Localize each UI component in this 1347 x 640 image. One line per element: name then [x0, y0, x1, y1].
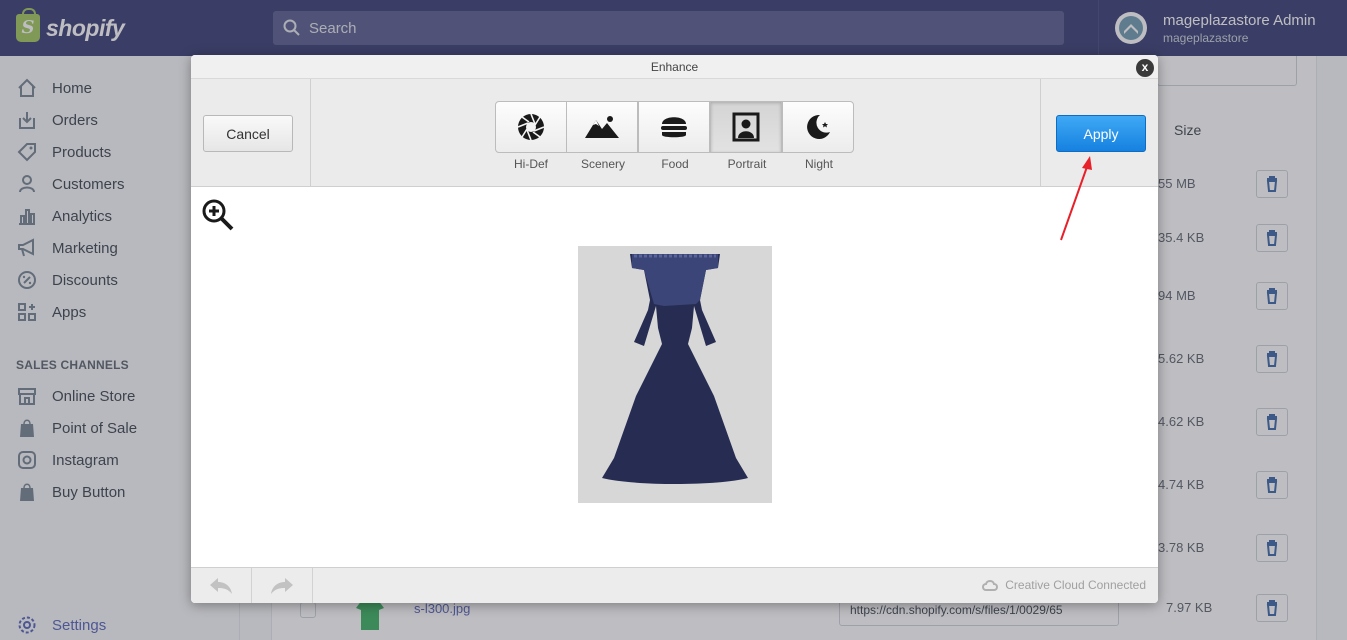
undo-icon	[210, 578, 232, 594]
image-canvas	[191, 188, 1158, 567]
burger-icon	[661, 117, 687, 138]
mode-label: Food	[661, 157, 689, 171]
cancel-button[interactable]: Cancel	[203, 115, 293, 152]
mode-night[interactable]: Night	[782, 101, 855, 171]
mode-label: Portrait	[727, 157, 767, 171]
mode-label: Night	[804, 157, 833, 171]
annotation-arrow	[1060, 156, 1092, 241]
modal-footer: Creative Cloud Connected	[191, 567, 1158, 603]
modal-title: Enhance	[191, 55, 1158, 79]
undo-button[interactable]	[191, 568, 252, 603]
enhance-toolbar: Cancel Hi-Def Scenery Food Portrait Nigh…	[191, 79, 1158, 187]
portrait-icon	[732, 112, 760, 142]
mode-scenery[interactable]: Scenery	[566, 101, 639, 171]
toolbar-divider	[310, 79, 311, 187]
close-button[interactable]: x	[1136, 59, 1154, 77]
product-photo	[578, 246, 772, 503]
mode-label: Scenery	[580, 157, 626, 171]
redo-icon	[271, 578, 293, 594]
enhance-mode-group: Hi-Def Scenery Food Portrait Night	[495, 101, 855, 171]
mountains-icon	[585, 116, 619, 138]
aperture-icon	[517, 113, 545, 141]
enhance-modal: Enhance x Cancel Hi-Def Scenery Food Por…	[191, 55, 1158, 603]
mode-hi-def[interactable]: Hi-Def	[495, 101, 567, 171]
mode-label: Hi-Def	[513, 157, 548, 171]
redo-button[interactable]	[252, 568, 313, 603]
mode-food[interactable]: Food	[638, 101, 711, 171]
creative-cloud-icon	[982, 580, 999, 591]
apply-button[interactable]: Apply	[1056, 115, 1146, 152]
toolbar-divider	[1040, 79, 1041, 187]
mode-portrait[interactable]: Portrait	[710, 101, 783, 171]
moon-icon	[807, 114, 830, 139]
zoom-in-icon[interactable]	[201, 198, 235, 237]
creative-cloud-status: Creative Cloud Connected	[981, 578, 1146, 592]
